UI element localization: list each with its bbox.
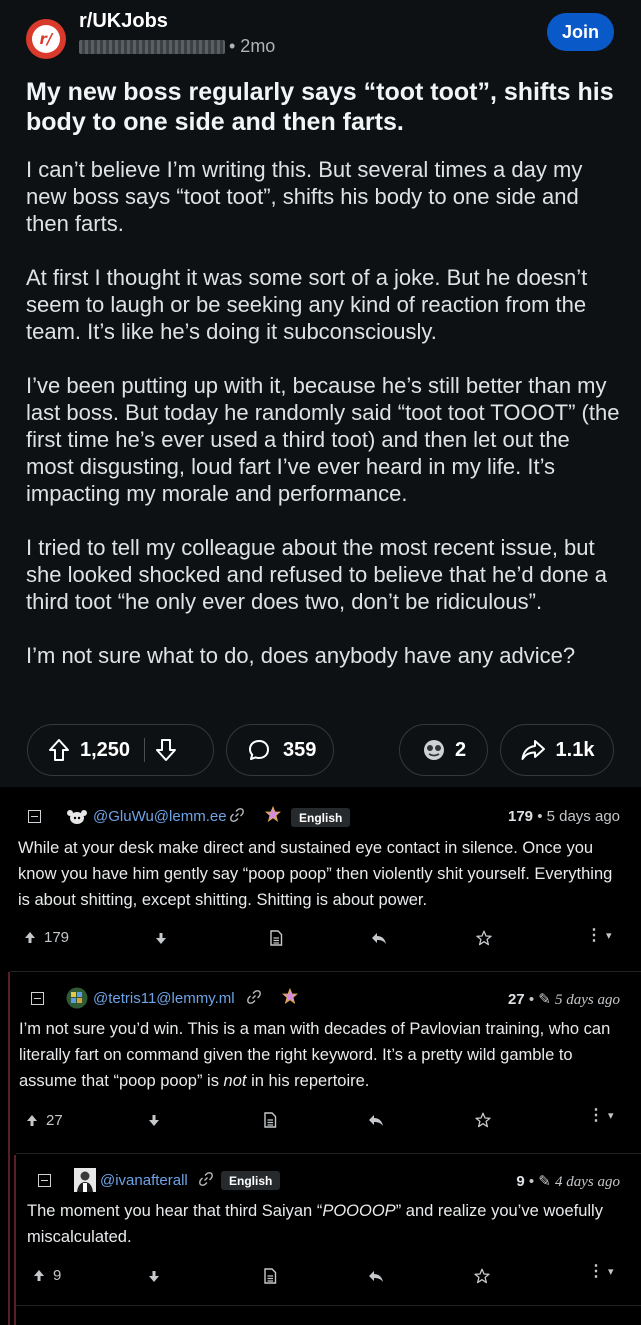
share-count: 1.1k — [555, 738, 595, 761]
post-paragraph: I tried to tell my colleague about the m… — [26, 535, 607, 614]
comment-divider — [16, 1305, 641, 1306]
reply-icon[interactable] — [368, 1270, 384, 1283]
upvote-button[interactable]: 27 — [26, 1112, 63, 1129]
link-icon[interactable] — [246, 989, 262, 1009]
vote-count: 1,250 — [80, 738, 131, 761]
score-value: 179 — [507, 808, 534, 825]
caret-down-icon: ▾ — [606, 929, 612, 942]
comment-time: 5 days ago — [546, 808, 620, 825]
comment-text: The moment you hear that third Saiyan “P… — [27, 1202, 603, 1246]
comment-divider — [10, 971, 641, 972]
vote-bar: 1,250 — [27, 724, 214, 776]
creator-star-icon — [264, 805, 282, 826]
upvote-button[interactable]: 9 — [33, 1267, 61, 1284]
view-source-icon[interactable] — [263, 1112, 277, 1128]
upvote-count: 27 — [46, 1112, 63, 1129]
reply-icon[interactable] — [368, 1114, 384, 1127]
award-icon — [421, 738, 447, 762]
downvote-arrow-icon[interactable] — [155, 932, 167, 945]
post-paragraph: I can’t believe I’m writing this. But se… — [26, 157, 583, 236]
downvote-arrow-icon[interactable] — [148, 1114, 160, 1127]
upvote-button[interactable]: 179 — [24, 929, 69, 946]
downvote-arrow-icon[interactable] — [155, 738, 177, 762]
link-icon[interactable] — [229, 807, 245, 827]
edited-pencil-icon: ✎ — [538, 991, 551, 1008]
upvote-count: 9 — [53, 1267, 62, 1284]
user-avatar[interactable] — [74, 1168, 96, 1197]
view-source-icon[interactable] — [269, 930, 283, 946]
reply-icon[interactable] — [371, 932, 387, 945]
language-badge: English — [291, 808, 351, 827]
post-age: • 2mo — [229, 36, 276, 56]
view-source-icon[interactable] — [263, 1268, 277, 1284]
lemmy-comments: @GluWu@lemm.ee English 179 • 5 days ago … — [0, 787, 641, 1325]
save-star-icon[interactable] — [475, 1112, 491, 1128]
more-icon: ⋮ — [588, 1107, 604, 1124]
more-icon: ⋮ — [586, 927, 602, 944]
comments-button[interactable]: 359 — [226, 724, 334, 776]
comment-count: 359 — [283, 738, 317, 761]
more-options-button[interactable]: ⋮ ▾ — [588, 1105, 614, 1125]
save-star-icon[interactable] — [476, 930, 492, 946]
comment-score: 9 • ✎ 4 days ago — [516, 1173, 620, 1190]
vote-divider — [144, 738, 146, 762]
save-star-icon[interactable] — [474, 1268, 490, 1284]
more-icon: ⋮ — [588, 1263, 604, 1280]
award-count: 2 — [454, 738, 467, 761]
downvote-arrow-icon[interactable] — [148, 1270, 160, 1283]
post-paragraph: At first I thought it was some sort of a… — [26, 265, 588, 344]
share-arrow-icon — [520, 738, 546, 762]
language-badge: English — [221, 1171, 281, 1190]
user-avatar[interactable] — [66, 809, 88, 830]
caret-down-icon: ▾ — [608, 1265, 614, 1278]
comment-bubble-icon — [247, 738, 271, 762]
join-button[interactable]: Join — [547, 13, 614, 51]
caret-down-icon: ▾ — [608, 1109, 614, 1122]
link-icon[interactable] — [198, 1171, 214, 1191]
comment-username[interactable]: @tetris11@lemmy.ml — [93, 990, 235, 1007]
edited-pencil-icon: ✎ — [538, 1173, 551, 1190]
comment-score: 27 • ✎ 5 days ago — [507, 991, 620, 1008]
post-paragraph: I’m not sure what to do, does anybody ha… — [26, 643, 576, 668]
comment-time: 5 days ago — [555, 992, 620, 1008]
collapse-toggle[interactable] — [28, 810, 41, 823]
comment-divider — [16, 1153, 641, 1154]
score-value: 9 — [516, 1173, 525, 1190]
post-title: My new boss regularly says “toot toot”, … — [26, 78, 614, 136]
user-avatar[interactable] — [66, 987, 88, 1014]
subreddit-name[interactable]: r/UKJobs — [79, 10, 168, 33]
post-body: I can’t believe I’m writing this. But se… — [26, 156, 622, 696]
more-options-button[interactable]: ⋮ ▾ — [586, 925, 612, 945]
comment-username[interactable]: @GluWu@lemm.ee — [93, 808, 227, 825]
comment-time: 4 days ago — [555, 1174, 620, 1190]
creator-star-icon — [281, 987, 299, 1008]
redacted-username — [79, 40, 225, 54]
comment-score: 179 • 5 days ago — [507, 808, 620, 825]
thread-line — [8, 972, 10, 1325]
thread-line — [14, 1155, 16, 1325]
collapse-toggle[interactable] — [31, 992, 44, 1005]
share-button[interactable]: 1.1k — [500, 724, 614, 776]
comment-text: I’m not sure you’d win. This is a man wi… — [19, 1020, 611, 1090]
score-value: 27 — [507, 991, 525, 1008]
more-options-button[interactable]: ⋮ ▾ — [588, 1261, 614, 1281]
upvote-arrow-icon[interactable] — [48, 738, 70, 762]
comment-username[interactable]: @ivanafterall — [100, 1172, 188, 1189]
comment-text: While at your desk make direct and susta… — [18, 839, 613, 909]
awards-button[interactable]: 2 — [399, 724, 488, 776]
reddit-post: r/ r/UKJobs • 2mo Join My new boss regul… — [0, 0, 641, 787]
collapse-toggle[interactable] — [38, 1174, 51, 1187]
subreddit-avatar-icon[interactable]: r/ — [26, 19, 66, 59]
upvote-count: 179 — [44, 929, 70, 946]
post-paragraph: I’ve been putting up with it, because he… — [26, 373, 620, 506]
